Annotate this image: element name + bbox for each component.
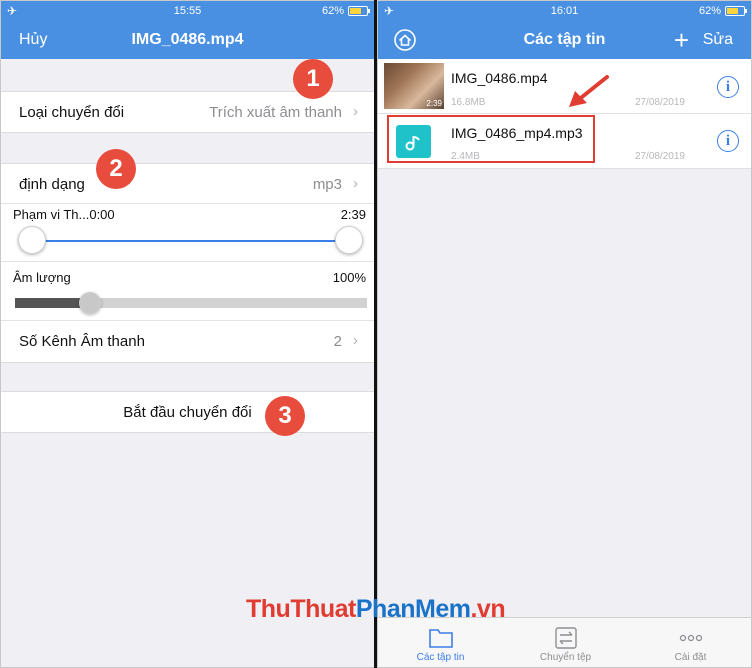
start-conversion-label: Bắt đầu chuyển đổi xyxy=(123,404,252,421)
channels-value: 2 xyxy=(333,333,342,350)
format-value: mp3 xyxy=(312,176,342,193)
volume-value: 100% xyxy=(332,270,366,285)
left-screen: ✈ 15:55 62% Hủy IMG_0486.mp4 Loại chuyển… xyxy=(0,0,375,668)
info-icon[interactable]: i xyxy=(717,130,739,152)
step-badge-2: 2 xyxy=(96,149,136,189)
watermark: ThuThuatPhanMem.vn xyxy=(246,595,506,624)
conversion-type-value: Trích xuất âm thanh xyxy=(209,104,342,121)
folder-icon xyxy=(428,629,453,648)
step-badge-3: 3 xyxy=(265,396,305,436)
video-thumbnail: 2:39 xyxy=(384,63,444,109)
highlight-box xyxy=(387,115,595,163)
status-bar: ✈ 16:01 62% xyxy=(378,1,751,21)
start-conversion-button[interactable]: Bắt đầu chuyển đổi xyxy=(1,391,374,433)
edit-button[interactable]: Sửa xyxy=(703,31,733,49)
chevron-right-icon: › xyxy=(353,103,358,120)
watermark-part: .vn xyxy=(470,595,506,623)
volume-slider-handle[interactable] xyxy=(79,292,101,314)
tab-label: Các tập tin xyxy=(416,652,465,663)
format-label: định dạng xyxy=(19,176,85,193)
volume-slider-fill xyxy=(15,298,89,308)
step-badge-1: 1 xyxy=(293,59,333,99)
tab-label: Cài đặt xyxy=(674,652,707,663)
range-label: Phạm vi Th...0:00 xyxy=(13,207,115,222)
conversion-type-label: Loại chuyển đổi xyxy=(19,104,125,121)
settings-group: định dạng mp3 › Phạm vi Th...0:00 2:39 Â… xyxy=(1,163,374,363)
tab-files[interactable]: Các tập tin xyxy=(378,618,503,667)
battery-icon xyxy=(348,6,370,16)
tab-settings[interactable]: Cài đặt xyxy=(628,618,751,667)
add-button[interactable]: + xyxy=(674,25,689,56)
status-bar: ✈ 15:55 62% xyxy=(1,1,374,21)
video-duration: 2:39 xyxy=(426,99,442,108)
tab-bar: Các tập tin Chuyển tệp Cài đặt xyxy=(378,617,751,667)
watermark-part: Thu xyxy=(246,595,291,623)
page-title: Các tập tin xyxy=(523,31,606,48)
nav-bar: ✈ 16:01 62% Các tập tin + Sửa xyxy=(378,1,751,59)
status-time: 16:01 xyxy=(550,5,579,17)
nav-bar: ✈ 15:55 62% Hủy IMG_0486.mp4 xyxy=(1,1,374,59)
watermark-part: Thuat xyxy=(290,595,356,623)
tab-transfer[interactable]: Chuyển tệp xyxy=(503,618,628,667)
chevron-right-icon: › xyxy=(353,175,358,192)
info-icon[interactable]: i xyxy=(717,76,739,98)
battery-icon xyxy=(725,6,747,16)
more-icon xyxy=(679,634,702,642)
file-name: IMG_0486.mp4 xyxy=(451,70,548,86)
status-time: 15:55 xyxy=(173,5,202,17)
range-slider-track xyxy=(31,240,349,242)
range-end: 2:39 xyxy=(340,207,366,222)
page-title: IMG_0486.mp4 xyxy=(131,31,244,48)
range-end-handle[interactable] xyxy=(335,226,363,254)
file-date: 27/08/2019 xyxy=(634,97,685,108)
file-date: 27/08/2019 xyxy=(634,151,685,162)
file-size: 16.8MB xyxy=(451,97,486,108)
channels-label: Số Kênh Âm thanh xyxy=(19,333,145,350)
transfer-icon xyxy=(554,627,577,649)
chevron-right-icon: › xyxy=(353,332,358,349)
format-row[interactable]: định dạng mp3 › xyxy=(1,164,374,204)
channels-row[interactable]: Số Kênh Âm thanh 2 › xyxy=(1,321,374,363)
battery-percent: 62% xyxy=(698,5,721,17)
battery-percent: 62% xyxy=(321,5,344,17)
range-start-handle[interactable] xyxy=(18,226,46,254)
arrow-icon xyxy=(569,75,609,107)
volume-label: Âm lượng xyxy=(13,270,71,285)
tab-label: Chuyển tệp xyxy=(539,652,592,663)
right-screen: ✈ 16:01 62% Các tập tin + Sửa 2:39 IMG_0… xyxy=(377,0,752,668)
watermark-part: PhanMem xyxy=(355,595,471,623)
